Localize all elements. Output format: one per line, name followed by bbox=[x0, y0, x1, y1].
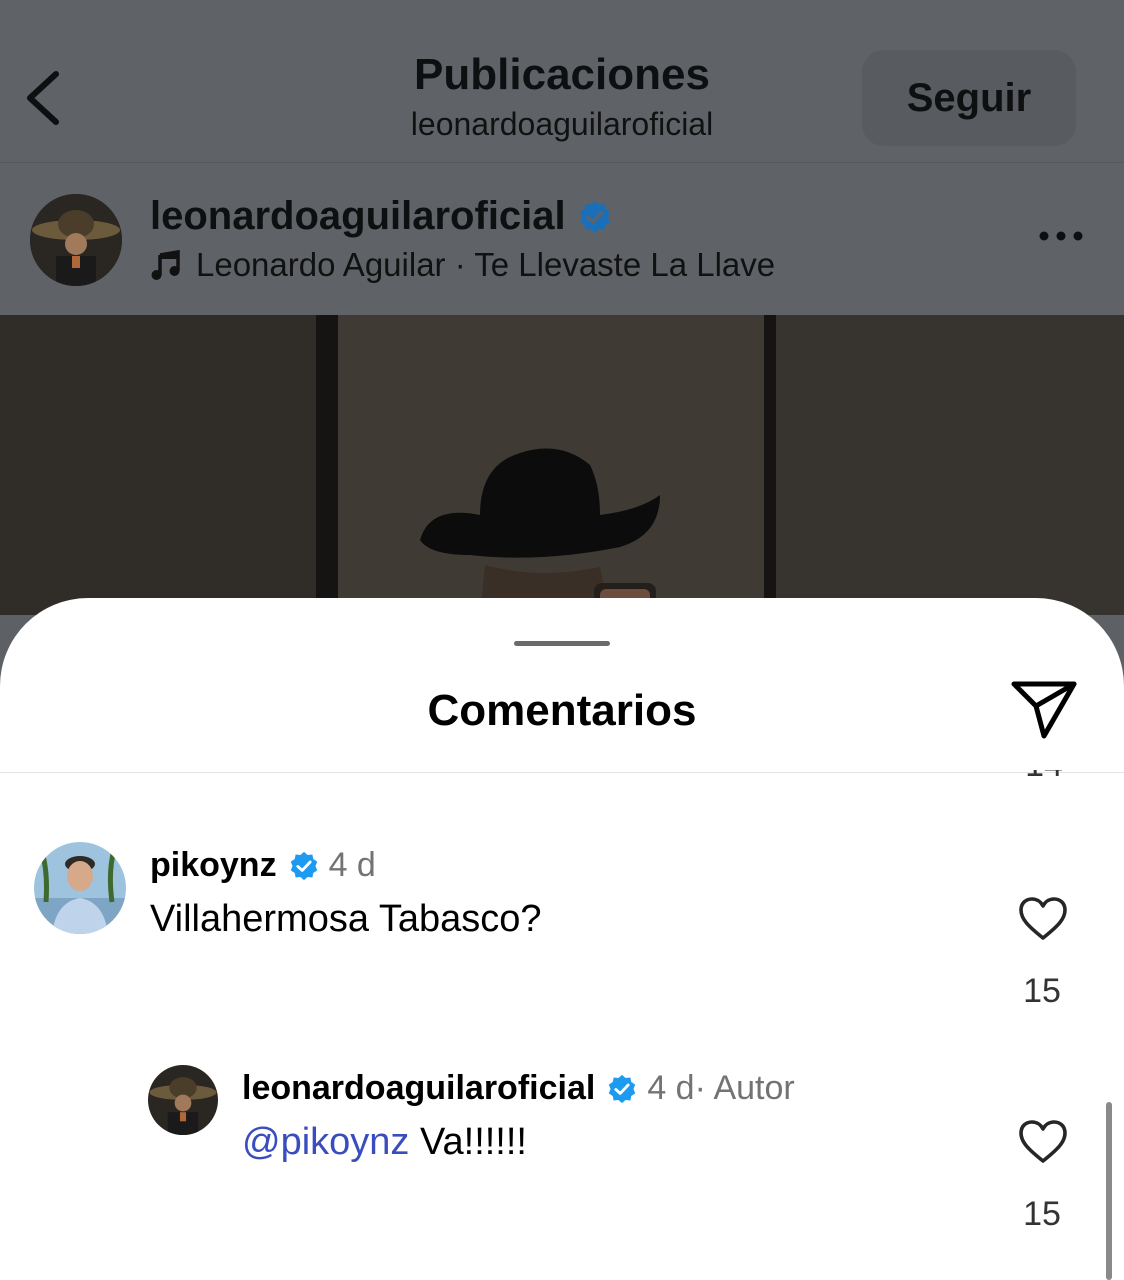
post-media[interactable] bbox=[0, 315, 1124, 615]
post-header bbox=[0, 163, 1124, 315]
post-author-avatar[interactable] bbox=[30, 194, 122, 286]
like-heart-icon[interactable] bbox=[1018, 896, 1068, 942]
post-music-label: Leonardo Aguilar · Te Llevaste La Llave bbox=[196, 246, 776, 283]
reply-author-avatar[interactable] bbox=[148, 1065, 218, 1135]
avatar-image bbox=[148, 1065, 218, 1135]
avatar-image bbox=[30, 194, 122, 286]
scrollbar[interactable] bbox=[1106, 1102, 1112, 1280]
follow-button[interactable]: Seguir bbox=[862, 50, 1076, 146]
like-heart-icon[interactable] bbox=[1018, 1119, 1068, 1165]
reply-username[interactable]: leonardoaguilaroficial bbox=[242, 1069, 595, 1108]
music-note-icon bbox=[151, 249, 180, 280]
verified-badge-icon bbox=[579, 200, 610, 233]
verified-badge-icon bbox=[290, 851, 317, 880]
comment-time: 4 d bbox=[328, 846, 376, 884]
post-author-username[interactable]: leonardoaguilaroficial bbox=[150, 194, 566, 239]
post-music-row[interactable]: Leonardo Aguilar · Te Llevaste La Llave bbox=[150, 246, 775, 284]
more-options-icon[interactable] bbox=[1036, 224, 1086, 248]
share-send-icon[interactable] bbox=[1008, 676, 1080, 742]
author-tag: · Autor bbox=[694, 1069, 795, 1107]
post-photo bbox=[0, 315, 1124, 615]
comment-header: pikoynz 4 d bbox=[150, 846, 376, 885]
commenter-avatar[interactable] bbox=[34, 842, 126, 934]
sheet-divider bbox=[0, 772, 1124, 773]
sheet-grabber[interactable] bbox=[514, 641, 610, 646]
comment-text: Villahermosa Tabasco? bbox=[150, 898, 542, 940]
like-count: 15 bbox=[1023, 972, 1061, 1010]
previous-like-count: 14 bbox=[1024, 770, 1064, 784]
like-count: 15 bbox=[1023, 1195, 1061, 1233]
reply-header: leonardoaguilaroficial 4 d · Autor bbox=[242, 1069, 795, 1108]
reply-text: @pikoynz Va!!!!!! bbox=[242, 1121, 527, 1164]
reply-mention[interactable]: @pikoynz bbox=[242, 1121, 409, 1163]
post-author-row[interactable]: leonardoaguilaroficial bbox=[150, 194, 612, 239]
avatar-image bbox=[34, 842, 126, 934]
reply-body: Va!!!!!! bbox=[409, 1121, 527, 1163]
verified-badge-icon bbox=[609, 1074, 636, 1103]
reply-time: 4 d bbox=[647, 1069, 695, 1107]
comment-username[interactable]: pikoynz bbox=[150, 846, 277, 885]
comments-title: Comentarios bbox=[427, 686, 697, 735]
